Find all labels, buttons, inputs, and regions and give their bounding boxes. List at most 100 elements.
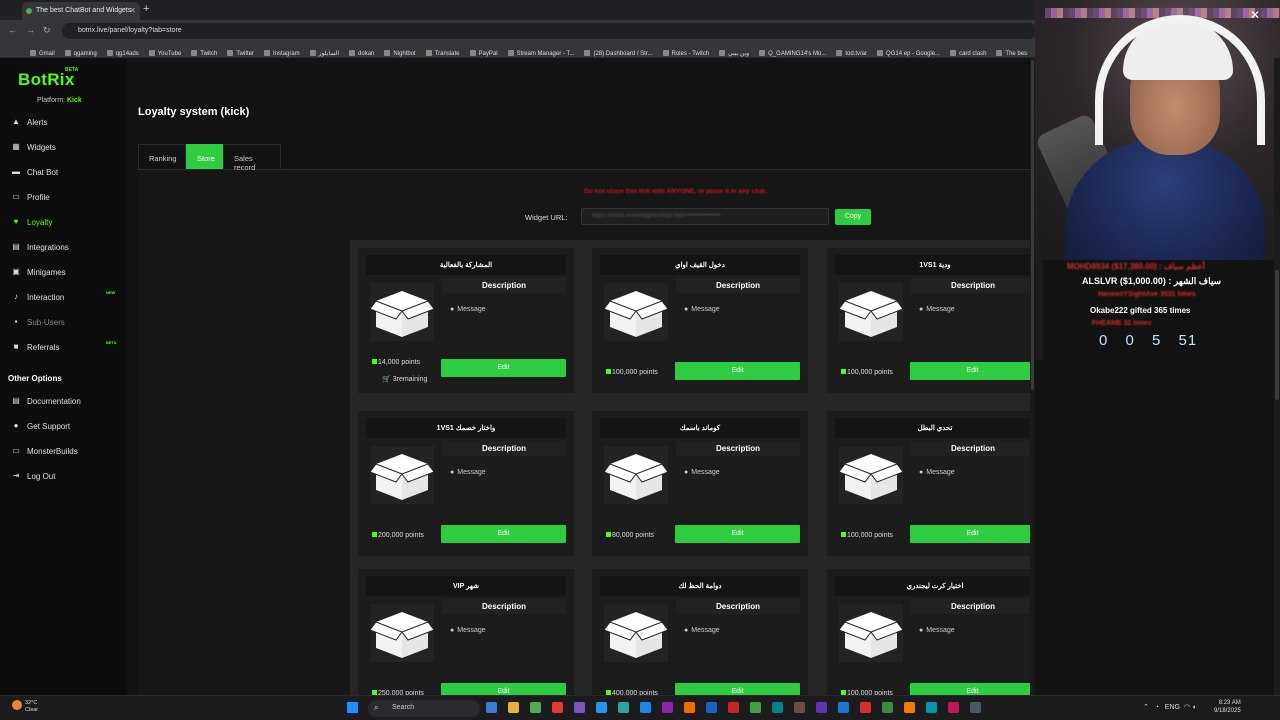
taskbar-search[interactable]: ⌕ Search: [368, 700, 480, 717]
edit-item-button[interactable]: Edit: [441, 359, 566, 377]
taskbar-app-icon[interactable]: [904, 702, 915, 713]
bookmark-item[interactable]: Gmail: [30, 47, 55, 57]
taskbar-app-icon[interactable]: [970, 702, 981, 713]
taskbar-app-icon[interactable]: [486, 702, 497, 713]
bookmark-item[interactable]: وين بيبي: [719, 47, 749, 57]
copy-button[interactable]: Copy: [835, 209, 871, 225]
window-close-icon[interactable]: ✕: [1250, 8, 1260, 22]
sidebar-item-loyalty[interactable]: ♥ Loyalty: [10, 215, 122, 231]
edit-item-button[interactable]: Edit: [910, 362, 1035, 380]
bookmark-item[interactable]: QG14 ep - Google...: [877, 47, 940, 57]
bookmark-item[interactable]: Roles - Twitch: [662, 47, 709, 57]
bookmark-item[interactable]: السايلوز: [309, 47, 339, 57]
taskbar-clock[interactable]: 8:23 AM 9/18/2025: [1214, 699, 1241, 715]
back-icon[interactable]: ←: [8, 25, 17, 35]
bookmark-item[interactable]: Instagram: [263, 47, 300, 57]
edit-item-button[interactable]: Edit: [675, 362, 800, 380]
windows-start-icon[interactable]: [347, 702, 358, 713]
taskbar-app-icon[interactable]: [552, 702, 563, 713]
bookmark-item[interactable]: qg14ads: [106, 47, 139, 57]
bookmark-item[interactable]: YouTube: [148, 47, 181, 57]
sidebar-item-documentation[interactable]: ▤ Documentation: [10, 394, 122, 410]
brand-logo[interactable]: BotRix: [18, 70, 75, 90]
browser-tab[interactable]: The best ChatBot and Widgets ✕: [22, 2, 140, 20]
sidebar-item-referrals[interactable]: ■ Referrals BETA: [10, 340, 122, 356]
taskbar-app-icon[interactable]: [508, 702, 519, 713]
sidebar-item-widgets[interactable]: ▦ Widgets: [10, 140, 122, 156]
edit-item-button[interactable]: Edit: [675, 525, 800, 543]
edit-item-button[interactable]: Edit: [441, 525, 566, 543]
bookmark-item[interactable]: (28) Dashboard / Str...: [584, 47, 653, 57]
forward-icon[interactable]: →: [26, 25, 35, 35]
bookmark-item[interactable]: Translate: [425, 47, 460, 57]
taskbar-app-icon[interactable]: [706, 702, 717, 713]
message-icon: ●: [684, 306, 689, 313]
taskbar-app-icon[interactable]: [948, 702, 959, 713]
taskbar-app-icon[interactable]: [750, 702, 761, 713]
taskbar-app-icon[interactable]: [772, 702, 783, 713]
tray-chevron-icon[interactable]: ⌃: [1143, 704, 1149, 711]
taskbar-app-icon[interactable]: [574, 702, 585, 713]
sidebar-item-label: Log Out: [27, 472, 56, 481]
item-description-label: Description: [676, 278, 800, 293]
overlay-top-gifter: HaneenYSightAve 3531 times: [1098, 291, 1196, 298]
sidebar-item-profile[interactable]: ▭ Profile: [10, 190, 122, 206]
sidebar-item-chat-bot[interactable]: ▬ Chat Bot: [10, 165, 122, 181]
taskbar-app-icon[interactable]: [640, 702, 651, 713]
bookmark-item[interactable]: Twitch: [191, 47, 217, 57]
taskbar-app-icon[interactable]: [684, 702, 695, 713]
taskbar-app-icon[interactable]: [882, 702, 893, 713]
bookmark-item[interactable]: Stream Manager - T...: [507, 47, 574, 57]
edit-item-button[interactable]: Edit: [910, 525, 1035, 543]
bookmark-item[interactable]: The bes: [996, 47, 1027, 57]
taskbar-app-icon[interactable]: [728, 702, 739, 713]
taskbar-app-icon[interactable]: [530, 702, 541, 713]
sidebar-item-sub-users[interactable]: ▪ Sub-Users: [10, 315, 122, 331]
tab-ranking[interactable]: Ranking: [138, 144, 186, 169]
taskbar-app-icon[interactable]: [926, 702, 937, 713]
item-name: المشاركة بالفعالية: [366, 255, 566, 275]
item-points: 80,000 points: [606, 532, 654, 539]
bookmark-item[interactable]: dokan: [349, 47, 374, 57]
bookmark-item[interactable]: PayPal: [469, 47, 498, 57]
page-scrollbar-thumb[interactable]: [1031, 60, 1034, 390]
taskbar-app-icon[interactable]: [816, 702, 827, 713]
taskbar-app-icon[interactable]: [838, 702, 849, 713]
sidebar-item-log-out[interactable]: ⇥ Log Out: [10, 469, 122, 485]
sidebar-item-monsterbuilds[interactable]: ▭ MonsterBuilds: [10, 444, 122, 460]
sidebar-item-get-support[interactable]: ● Get Support: [10, 419, 122, 435]
overlay-scrollbar-thumb[interactable]: [1275, 270, 1279, 400]
bookmark-icon: [148, 50, 155, 56]
sidebar-item-interaction[interactable]: ♪ Interaction NEW: [10, 290, 122, 306]
nav-badge: BETA: [106, 340, 117, 345]
bookmark-item[interactable]: qgaming: [64, 47, 97, 57]
taskbar-app-icon[interactable]: [860, 702, 871, 713]
weather-widget[interactable]: 32°C Clear: [25, 700, 38, 714]
item-remaining: 🛒 3remaining: [382, 375, 427, 383]
bookmark-item[interactable]: Twitter: [227, 47, 254, 57]
sidebar-item-minigames[interactable]: ▣ Minigames: [10, 265, 122, 281]
tab-sales-record[interactable]: Sales record: [223, 144, 281, 172]
bookmark-item[interactable]: Q_GAMING14's Mo...: [759, 47, 826, 57]
taskbar-app-icon[interactable]: [618, 702, 629, 713]
tray-volume-icon[interactable]: ◖: [1192, 704, 1196, 711]
widget-url-field[interactable]: https://botrix.live/widgets/shop?bid=•••…: [581, 208, 829, 225]
sidebar-item-integrations[interactable]: ▤ Integrations: [10, 240, 122, 256]
taskbar-app-icon[interactable]: [794, 702, 805, 713]
close-tab-icon[interactable]: ✕: [129, 6, 136, 15]
bookmark-item[interactable]: tod.tv/ar: [836, 47, 867, 57]
bookmark-item[interactable]: card clash: [950, 47, 986, 57]
bookmark-item[interactable]: Nightbot: [384, 47, 416, 57]
reload-icon[interactable]: ↻: [43, 25, 51, 36]
tray-lang[interactable]: ENG: [1165, 704, 1180, 711]
system-tray[interactable]: ⌃ ◔ ENG ◠ ◖: [1143, 703, 1196, 711]
weather-icon[interactable]: [12, 700, 22, 710]
tray-network-icon[interactable]: ◔: [1155, 704, 1159, 711]
tab-store[interactable]: Store: [186, 144, 223, 169]
taskbar-app-icon[interactable]: [596, 702, 607, 713]
taskbar-app-icon[interactable]: [662, 702, 673, 713]
url-input[interactable]: botrix.live/panel/loyalty?tab=store: [62, 23, 1037, 39]
tray-wifi-icon[interactable]: ◠: [1184, 704, 1190, 711]
sidebar-item-alerts[interactable]: ▲ Alerts: [10, 115, 122, 131]
new-tab-icon[interactable]: +: [143, 3, 149, 15]
